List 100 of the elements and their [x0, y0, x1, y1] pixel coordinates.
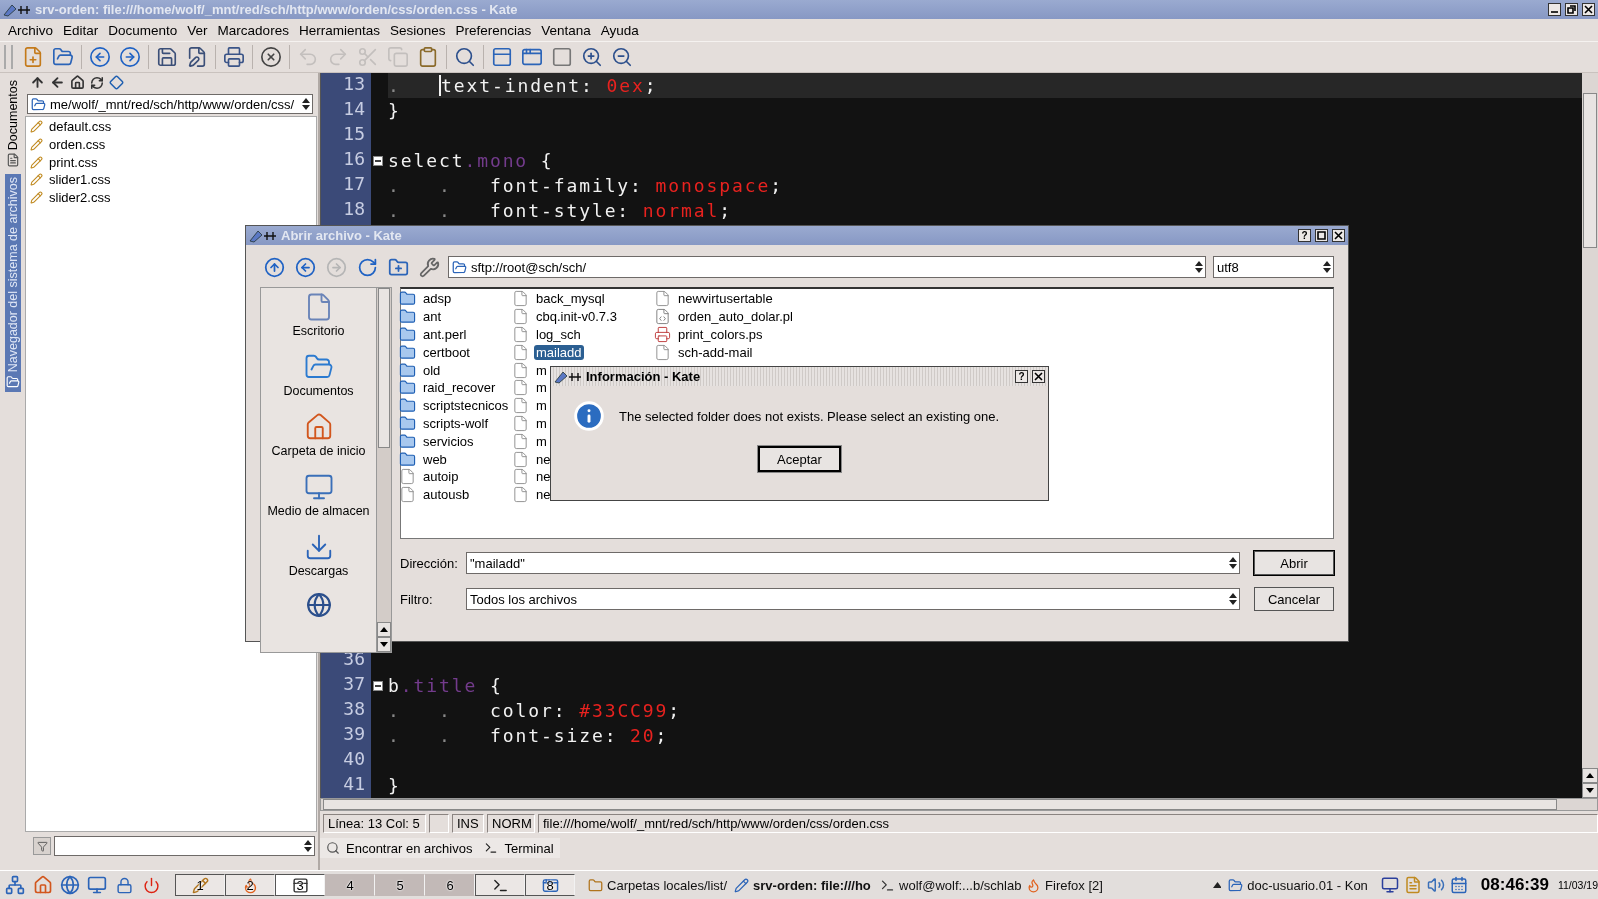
file-name[interactable]: autousb [421, 487, 472, 503]
file-name[interactable]: sch-add-mail [676, 344, 755, 360]
file-name[interactable]: ant.perl [421, 327, 469, 342]
fold-marker-icon[interactable] [373, 155, 383, 166]
encoding-combo[interactable]: utf8 [1213, 256, 1334, 278]
back-icon[interactable] [50, 75, 65, 90]
file-name[interactable]: back_mysql [534, 291, 607, 307]
tool-tab[interactable]: Terminal [478, 838, 560, 858]
menu-item[interactable]: Documento [103, 22, 183, 38]
ok-button[interactable]: Aceptar [758, 446, 841, 472]
file-name[interactable]: m [534, 398, 549, 414]
sync-icon[interactable] [109, 75, 124, 90]
filter-combo[interactable] [54, 836, 315, 856]
reload-icon[interactable] [90, 75, 104, 90]
menu-item[interactable]: Herramientas [293, 22, 385, 38]
file-name[interactable]: mailadd [534, 344, 584, 360]
file-name[interactable]: adsp [421, 291, 454, 307]
file-name[interactable]: ne [534, 451, 553, 467]
home-icon[interactable] [70, 75, 85, 90]
task-button[interactable]: Carpetas locales/list/ [588, 877, 731, 893]
sidebar-tab[interactable]: Navegador del sistema de archivos [4, 174, 21, 393]
restore-icon[interactable] [1565, 3, 1578, 16]
scroll-down-button[interactable] [1582, 783, 1598, 798]
file-name[interactable]: m [534, 362, 549, 378]
place-item[interactable]: Descargas [262, 532, 375, 592]
file-name[interactable]: certboot [421, 344, 472, 360]
menu-item[interactable]: Sesiones [384, 22, 451, 38]
file-item[interactable]: default.css [30, 118, 312, 136]
scroll-up-button[interactable] [1582, 768, 1598, 783]
close-icon[interactable] [1032, 370, 1045, 383]
task-button[interactable]: wolf@wolf:...b/schlab [880, 877, 1023, 893]
filter-combo[interactable]: Todos los archivos [466, 588, 1240, 610]
up-icon[interactable] [30, 75, 45, 90]
file-item[interactable]: print.css [30, 153, 312, 172]
fold-marker-icon[interactable] [373, 680, 383, 691]
file-name[interactable]: autoip [421, 469, 461, 485]
file-name[interactable]: newvirtusertable [676, 291, 775, 307]
location-field[interactable]: "mailadd" [466, 552, 1240, 574]
file-name[interactable]: scriptstecnicos [421, 398, 511, 414]
place-item[interactable]: Escritorio [262, 292, 375, 352]
calendar-icon[interactable] [1449, 876, 1468, 894]
scrollbar-thumb[interactable] [323, 799, 1557, 810]
display-icon[interactable] [1380, 876, 1399, 894]
minimize-icon[interactable] [1548, 3, 1561, 16]
file-name[interactable]: old [421, 362, 443, 378]
file-name[interactable]: raid_recover [421, 380, 498, 396]
file-name[interactable]: m [534, 433, 549, 449]
place-item[interactable]: Carpeta de inicio [262, 412, 375, 472]
help-button[interactable]: ? [1015, 370, 1028, 383]
place-item[interactable]: Documentos [262, 352, 375, 412]
file-name[interactable]: log_sch [534, 327, 583, 342]
clipboard-icon[interactable] [1403, 876, 1422, 894]
file-name[interactable]: ne [534, 469, 553, 485]
file-name[interactable]: print_colors.ps [676, 327, 765, 342]
place-item[interactable]: Medio de almacen [262, 472, 375, 532]
horizontal-scrollbar[interactable] [320, 798, 1598, 811]
desktop-pager-button[interactable] [475, 874, 526, 896]
places-scrollbar[interactable] [376, 288, 391, 652]
close-icon[interactable] [1582, 3, 1595, 16]
file-name[interactable]: m [534, 380, 549, 396]
menu-item[interactable]: Ver [182, 22, 213, 38]
file-name[interactable]: orden_auto_dolar.pl [676, 309, 795, 325]
file-name[interactable]: cbq.init-v0.7.3 [534, 309, 619, 325]
menu-item[interactable]: Ayuda [595, 22, 644, 38]
desktop-pager-button[interactable]: 6 [425, 874, 476, 896]
task-button[interactable]: srv-orden: file:///ho [734, 877, 877, 893]
file-name[interactable]: ne [534, 487, 553, 503]
menu-item[interactable]: Ventana [536, 22, 596, 38]
location-combo[interactable]: sftp://root@sch/sch/ [448, 256, 1206, 278]
scroll-up-button[interactable] [377, 622, 391, 637]
maximize-icon[interactable] [1315, 229, 1328, 242]
menu-item[interactable]: Marcadores [212, 22, 294, 38]
close-icon[interactable] [1332, 229, 1345, 242]
task-button[interactable]: doc-usuario.01 - Kon [1228, 877, 1368, 893]
file-item[interactable]: orden.css [30, 135, 312, 154]
file-name[interactable]: scripts-wolf [421, 415, 490, 431]
menu-item[interactable]: Preferencias [450, 22, 537, 38]
file-name[interactable]: servicios [421, 433, 476, 449]
vertical-scrollbar[interactable] [1582, 73, 1598, 798]
tool-tab[interactable]: Encontrar en archivos [320, 838, 479, 858]
open-button[interactable]: Abrir [1254, 551, 1334, 575]
file-name[interactable]: web [421, 451, 449, 467]
toolbar-handle[interactable] [4, 45, 13, 69]
scrollbar-thumb[interactable] [1583, 93, 1597, 248]
menu-item[interactable]: Archivo [3, 22, 58, 38]
file-name[interactable]: ant [421, 309, 444, 325]
cancel-button[interactable]: Cancelar [1254, 587, 1334, 611]
file-item[interactable]: slider2.css [30, 188, 312, 207]
path-combo[interactable]: me/wolf/_mnt/red/sch/http/www/orden/css/ [27, 94, 313, 114]
volume-icon[interactable] [1426, 876, 1445, 894]
desktop-pager-button[interactable]: 4 [325, 874, 376, 896]
task-button[interactable]: Firefox [2] [1026, 877, 1169, 893]
file-name[interactable]: m [534, 415, 549, 431]
scrollbar-thumb[interactable] [378, 288, 390, 448]
desktop-pager-button[interactable]: 5 [375, 874, 426, 896]
menu-item[interactable]: Editar [58, 22, 104, 38]
scroll-down-button[interactable] [377, 637, 391, 652]
sidebar-tab[interactable]: Documentos [4, 77, 21, 171]
filter-button[interactable] [33, 837, 51, 855]
help-button[interactable]: ? [1298, 229, 1311, 242]
